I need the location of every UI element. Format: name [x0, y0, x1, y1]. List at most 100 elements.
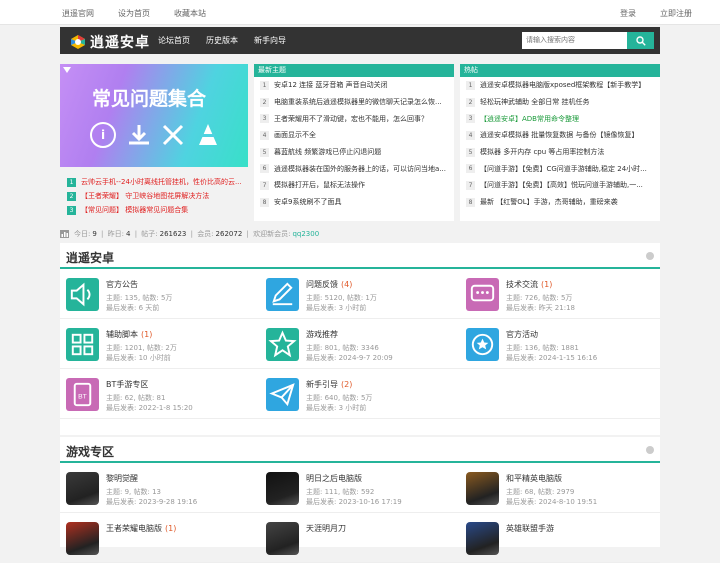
forum-cell[interactable]: 辅助脚本 (1) 主题: 1201, 帖数: 2万 最后发表: 10 小时前	[60, 319, 260, 369]
forum-cell[interactable]: 问题反馈 (4) 主题: 5120, 帖数: 1万 最后发表: 3 小时前	[260, 269, 460, 319]
forum-cell[interactable]: 官方公告 主题: 135, 帖数: 5万 最后发表: 6 天前	[60, 269, 260, 319]
register-link[interactable]: 立即注册	[660, 8, 692, 19]
collapse-icon[interactable]	[646, 252, 654, 260]
forum-icon[interactable]	[66, 328, 99, 361]
game-name-text[interactable]: 和平精英电脑版	[506, 474, 562, 483]
hot-item[interactable]: 3 【逍遥安卓】ADB常用命令整理	[460, 110, 660, 127]
game-name[interactable]: 和平精英电脑版	[506, 473, 565, 484]
forum-last-post: 最后发表: 3 小时前	[306, 404, 367, 412]
collapse-icon[interactable]	[646, 446, 654, 454]
forum-cell[interactable]: 游戏推荐 主题: 801, 帖数: 3346 最后发表: 2024-9-7 20:0…	[260, 319, 460, 369]
forum-name[interactable]: 技术交流 (1)	[506, 279, 552, 290]
forum-name-text[interactable]: 辅助脚本	[106, 330, 138, 339]
hot-item[interactable]: 5 模拟器 多开内存 cpu 等占用率控制方法	[460, 144, 660, 161]
forum-cell[interactable]: 技术交流 (1) 主题: 726, 帖数: 5万 最后发表: 昨天 21:18	[460, 269, 660, 319]
hot-item[interactable]: 1 逍遥安卓模拟器电脑版xposed框架教程【新手教学】	[460, 77, 660, 94]
search-input[interactable]	[522, 32, 627, 49]
forum-cell[interactable]: BT BT手游专区 主题: 62, 帖数: 81 最后发表: 2022-1-8 15:…	[60, 369, 260, 419]
search-button[interactable]	[627, 32, 654, 49]
forum-name-text[interactable]: 问题反馈	[306, 280, 338, 289]
forum-icon[interactable]	[466, 278, 499, 311]
forum-stats: 今日: 9 | 昨日: 4 | 帖子: 261623 | 会员: 262072 | 欢迎…	[60, 227, 660, 241]
faq-banner[interactable]: 常见问题集合 i	[60, 64, 248, 167]
forum-name-text[interactable]: 官方活动	[506, 330, 538, 339]
game-name-text[interactable]: 明日之后电脑版	[306, 474, 362, 483]
stats-today-value: 9	[92, 230, 97, 238]
game-name[interactable]: 明日之后电脑版	[306, 473, 365, 484]
game-name[interactable]: 黎明觉醒	[106, 473, 141, 484]
game-name-text[interactable]: 英雄联盟手游	[506, 524, 554, 533]
game-name[interactable]: 天涯明月刀	[306, 523, 349, 534]
game-icon[interactable]	[66, 522, 99, 555]
hot-item[interactable]: 8 最新 【红警OL】手游，杰哥辅助，重磅来袭	[460, 194, 660, 211]
forum-icon[interactable]	[466, 328, 499, 361]
nav-forum-home[interactable]: 论坛首页	[158, 35, 190, 46]
latest-item-num: 5	[260, 147, 269, 157]
game-cell[interactable]: 天涯明月刀	[260, 513, 460, 563]
forum-name-text[interactable]: BT手游专区	[106, 380, 148, 389]
link-set-homepage[interactable]: 设为首页	[118, 8, 150, 19]
latest-item[interactable]: 8 安卓9系统刷不了面具	[254, 194, 454, 211]
hot-item-num: 7	[466, 180, 475, 190]
new-member-link[interactable]: qq2300	[292, 230, 319, 238]
latest-item[interactable]: 5 暮蓝航线 频繁游戏已停止闪退问题	[254, 144, 454, 161]
login-link[interactable]: 登录	[620, 8, 636, 19]
banner-list-item[interactable]: 3 【常见问题】 模拟器常见问题合集	[60, 203, 248, 217]
forum-icon[interactable]	[266, 278, 299, 311]
link-official-site[interactable]: 逍遥官网	[62, 8, 94, 19]
forum-icon[interactable]	[66, 278, 99, 311]
game-icon[interactable]	[466, 522, 499, 555]
site-logo[interactable]: 逍遥安卓	[70, 32, 150, 52]
game-name-text[interactable]: 黎明觉醒	[106, 474, 138, 483]
game-cell[interactable]: 王者荣耀电脑版 (1)	[60, 513, 260, 563]
latest-item[interactable]: 1 安卓12 连接 蓝牙音箱 声音自动关闭	[254, 77, 454, 94]
forum-last-post: 最后发表: 2022-1-8 15:20	[106, 404, 193, 412]
game-name-text[interactable]: 天涯明月刀	[306, 524, 346, 533]
forum-icon[interactable]	[266, 378, 299, 411]
hot-item[interactable]: 6 【问道手游】【免费】CG问道手游辅助,稳定 24小时...	[460, 160, 660, 177]
game-cell[interactable]: 明日之后电脑版 主题: 111, 帖数: 592 最后发表: 2023-10-16 …	[260, 463, 460, 513]
latest-item[interactable]: 6 逍遥模拟器装在国外的服务器上的话，可以访问当地a...	[254, 160, 454, 177]
forum-icon[interactable]: BT	[66, 378, 99, 411]
game-cell[interactable]: 英雄联盟手游	[460, 513, 660, 563]
game-icon[interactable]	[266, 522, 299, 555]
latest-item[interactable]: 4 画面显示不全	[254, 127, 454, 144]
game-name[interactable]: 英雄联盟手游	[506, 523, 557, 534]
info-icon: i	[90, 122, 116, 148]
forum-name[interactable]: 问题反馈 (4)	[306, 279, 352, 290]
nav-newbie-guide[interactable]: 新手向导	[254, 35, 286, 46]
latest-topics-panel: 最新主题 1 安卓12 连接 蓝牙音箱 声音自动关闭 2 电脑重装系统后逍遥模拟器里的…	[254, 64, 454, 221]
link-bookmark[interactable]: 收藏本站	[174, 8, 206, 19]
latest-item[interactable]: 7 模拟器打开后，鼠标无法操作	[254, 177, 454, 194]
banner-list-item[interactable]: 1 云帅云手机--24小时离线托管挂机，性价比高的云...	[60, 175, 248, 189]
forum-name[interactable]: BT手游专区	[106, 379, 151, 390]
forum-name-text[interactable]: 游戏推荐	[306, 330, 338, 339]
forum-cell[interactable]: 新手引导 (2) 主题: 640, 帖数: 5万 最后发表: 3 小时前	[260, 369, 460, 419]
game-icon[interactable]	[66, 472, 99, 505]
forum-name-text[interactable]: 新手引导	[306, 380, 338, 389]
forum-name[interactable]: 辅助脚本 (1)	[106, 329, 152, 340]
game-name[interactable]: 王者荣耀电脑版 (1)	[106, 523, 176, 534]
hot-item[interactable]: 4 逍遥安卓模拟器 批量恢复数据 与备份【镜像恢复】	[460, 127, 660, 144]
game-icon[interactable]	[466, 472, 499, 505]
forum-name[interactable]: 官方公告	[106, 279, 141, 290]
forum-icon[interactable]	[266, 328, 299, 361]
forum-name[interactable]: 游戏推荐	[306, 329, 341, 340]
latest-item[interactable]: 2 电脑重装系统后逍遥模拟器里的微信聊天记录怎么恢...	[254, 94, 454, 111]
game-icon[interactable]	[266, 472, 299, 505]
banner-list-item[interactable]: 2 【王者荣耀】 守卫峡谷地图花屏解决方法	[60, 189, 248, 203]
forum-name[interactable]: 新手引导 (2)	[306, 379, 352, 390]
forum-name-text[interactable]: 官方公告	[106, 280, 138, 289]
latest-topics-list: 1 安卓12 连接 蓝牙音箱 声音自动关闭 2 电脑重装系统后逍遥模拟器里的微信聊天记…	[254, 77, 454, 211]
game-cell[interactable]: 黎明觉醒 主题: 9, 帖数: 13 最后发表: 2023-9-28 19:16	[60, 463, 260, 513]
nav-history-versions[interactable]: 历史版本	[206, 35, 238, 46]
forum-name[interactable]: 官方活动	[506, 329, 541, 340]
game-cell[interactable]: 和平精英电脑版 主题: 68, 帖数: 2979 最后发表: 2024-8-10 1…	[460, 463, 660, 513]
game-stats-line: 主题: 68, 帖数: 2979	[506, 488, 575, 496]
forum-name-text[interactable]: 技术交流	[506, 280, 538, 289]
forum-cell[interactable]: 官方活动 主题: 136, 帖数: 1881 最后发表: 2024-1-15 16:…	[460, 319, 660, 369]
game-name-text[interactable]: 王者荣耀电脑版	[106, 524, 162, 533]
hot-item[interactable]: 7 【问道手游】【免费】【高效】悦玩问道手游辅助,一...	[460, 177, 660, 194]
latest-item[interactable]: 3 王者荣耀用不了滑动键，宏也不能用，怎么回事？	[254, 110, 454, 127]
hot-item[interactable]: 2 轻松玩神武辅助 全部日常 挂机任务	[460, 94, 660, 111]
